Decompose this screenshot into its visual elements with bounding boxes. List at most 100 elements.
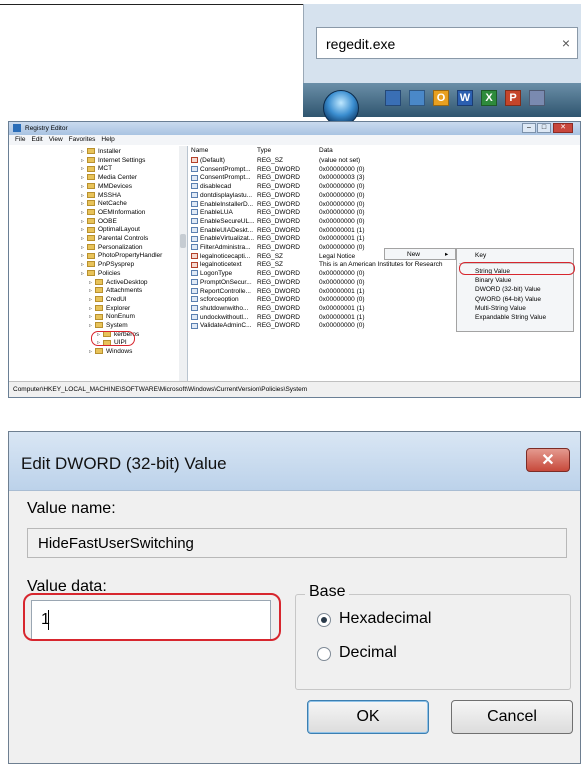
tree-item-label: Explorer <box>106 304 131 312</box>
value-type-cell: REG_DWORD <box>257 304 300 312</box>
start-search-input[interactable]: regedit.exe × <box>316 27 578 59</box>
tree-item-label: Installer <box>98 148 121 155</box>
value-type-cell: REG_DWORD <box>257 313 300 321</box>
value-row[interactable]: EnableUIADeskt... REG_DWORD 0x00000001 (1) <box>191 227 580 236</box>
word-icon[interactable]: W <box>457 90 473 106</box>
column-header-type[interactable]: Type <box>257 147 271 156</box>
value-name-cell: ReportControlle... <box>191 288 251 297</box>
tree-item[interactable]: ▹ Installer <box>81 148 121 157</box>
notepad-icon[interactable] <box>529 90 545 106</box>
tree-item[interactable]: ▹ NetCache <box>81 200 127 209</box>
value-data-cell: 0x00000000 (0) <box>319 200 365 208</box>
window-title: Registry Editor <box>25 125 68 132</box>
tree-item[interactable]: ▹ Attachments <box>89 287 142 296</box>
dialog-titlebar[interactable]: Edit DWORD (32-bit) Value ✕ <box>9 432 580 491</box>
tree-item[interactable]: ▹ Explorer <box>89 305 130 314</box>
tree-item[interactable]: ▹ Windows <box>89 348 132 357</box>
tree-item[interactable]: ▹ OptimalLayout <box>81 226 140 235</box>
tree-item-label: Parental Controls <box>98 235 149 242</box>
value-row[interactable]: dontdisplaylastu... REG_DWORD 0x00000000 (… <box>191 192 580 201</box>
column-header-data[interactable]: Data <box>319 147 333 156</box>
value-name-text: ConsentPrompt... <box>200 174 251 182</box>
value-name-text: legalnoticetext <box>200 261 242 269</box>
value-name-cell: EnableSecureUL... <box>191 218 255 227</box>
tree-item[interactable]: ▹ System <box>89 322 128 331</box>
folder-icon <box>87 209 95 216</box>
value-data-cell: 0x00000000 (0) <box>319 270 365 278</box>
tree-item[interactable]: ▹ NonEnum <box>89 313 135 322</box>
value-data-cell: 0x00000000 (0) <box>319 278 365 286</box>
tree-item[interactable]: ▹ Parental Controls <box>81 235 148 244</box>
submenu-item[interactable]: Expandable String Value <box>475 314 546 321</box>
tree-item-label: Personalization <box>98 243 143 251</box>
tree-item[interactable]: ▹ MSSHA <box>81 192 121 201</box>
value-row[interactable]: disablecad REG_DWORD 0x00000000 (0) <box>191 183 580 192</box>
tree-item-label: NetCache <box>98 200 127 208</box>
binary-value-icon <box>191 218 198 225</box>
menu-view[interactable]: View <box>49 135 63 145</box>
hexadecimal-radio[interactable] <box>317 613 331 627</box>
folder-icon <box>95 322 103 329</box>
value-row[interactable]: EnableLUA REG_DWORD 0x00000000 (0) <box>191 209 580 218</box>
tree-item[interactable]: ▹ ActiveDesktop <box>89 279 148 288</box>
dialog-close-button[interactable]: ✕ <box>526 448 570 472</box>
tree-item[interactable]: ▹ Media Center <box>81 174 137 183</box>
submenu-item[interactable]: QWORD (64-bit) Value <box>475 296 541 303</box>
tree-item[interactable]: ▹ OOBE <box>81 218 117 227</box>
string-value-icon <box>191 252 198 259</box>
value-row[interactable]: ConsentPrompt... REG_DWORD 0x00000003 (3) <box>191 174 580 183</box>
menu-favorites[interactable]: Favorites <box>69 135 96 145</box>
outlook-icon[interactable]: O <box>433 90 449 106</box>
powerpoint-icon[interactable]: P <box>505 90 521 106</box>
value-data-cell: 0x00000000 (0) <box>319 191 365 199</box>
close-button[interactable]: ✕ <box>553 123 573 133</box>
decimal-label[interactable]: Decimal <box>339 644 397 662</box>
tree-item[interactable]: ▹ PhotoPropertyHandler <box>81 252 162 261</box>
binary-value-icon <box>191 226 198 233</box>
tree-scrollbar[interactable] <box>179 146 187 381</box>
clear-search-icon[interactable]: × <box>562 35 570 51</box>
cancel-button[interactable]: Cancel <box>451 700 573 734</box>
maximize-button[interactable]: □ <box>537 123 551 133</box>
decimal-radio[interactable] <box>317 647 331 661</box>
menu-edit[interactable]: Edit <box>31 135 42 145</box>
monitor-icon[interactable] <box>385 90 401 106</box>
binary-value-icon <box>191 305 198 312</box>
tree-item[interactable]: ▹ Internet Settings <box>81 157 145 166</box>
binary-value-icon <box>191 270 198 277</box>
tree-item[interactable]: ▹ Personalization <box>81 244 142 253</box>
tree-item[interactable]: ▹ CredUI <box>89 296 127 305</box>
submenu-item[interactable]: DWORD (32-bit) Value <box>475 286 541 293</box>
ok-button[interactable]: OK <box>307 700 429 734</box>
value-row[interactable]: EnableInstallerD... REG_DWORD 0x00000000 (… <box>191 201 580 210</box>
folder-icon <box>95 296 103 303</box>
value-row[interactable]: (Default) REG_SZ (value not set) <box>191 157 580 166</box>
tree-item[interactable]: ▹ Policies <box>81 270 120 279</box>
column-header-name[interactable]: Name <box>191 147 208 156</box>
submenu-item[interactable]: Key <box>475 252 486 259</box>
folder-icon <box>87 165 95 172</box>
registry-editor-titlebar[interactable]: Registry Editor – □ ✕ <box>9 122 580 135</box>
menu-help[interactable]: Help <box>101 135 114 145</box>
hexadecimal-label[interactable]: Hexadecimal <box>339 610 431 628</box>
tree-item[interactable]: ▹ PnPSysprep <box>81 261 134 270</box>
tree-item[interactable]: ▹ MCT <box>81 165 112 174</box>
value-row[interactable]: EnableVirtualizat... REG_DWORD 0x00000001 … <box>191 235 580 244</box>
tree-item-label: OEMInformation <box>98 208 146 216</box>
minimize-button[interactable]: – <box>522 123 536 133</box>
value-row[interactable]: EnableSecureUL... REG_DWORD 0x00000000 (0) <box>191 218 580 227</box>
value-name-cell: legalnoticetext <box>191 261 242 270</box>
context-menu-new[interactable]: New ▸ <box>384 248 456 260</box>
folder-window-icon[interactable] <box>409 90 425 106</box>
submenu-item[interactable]: Binary Value <box>475 277 511 284</box>
folder-icon <box>95 313 103 320</box>
tree-item[interactable]: ▹ OEMInformation <box>81 209 145 218</box>
value-row[interactable]: ConsentPrompt... REG_DWORD 0x00000000 (0) <box>191 166 580 175</box>
tree-item-label: MMDevices <box>98 182 132 190</box>
tree-item[interactable]: ▹ MMDevices <box>81 183 132 192</box>
excel-icon[interactable]: X <box>481 90 497 106</box>
menu-file[interactable]: File <box>15 135 25 145</box>
value-name-text: shutdownwitho... <box>200 304 249 312</box>
submenu-item[interactable]: Multi-String Value <box>475 305 526 312</box>
scrollbar-thumb[interactable] <box>180 234 186 248</box>
